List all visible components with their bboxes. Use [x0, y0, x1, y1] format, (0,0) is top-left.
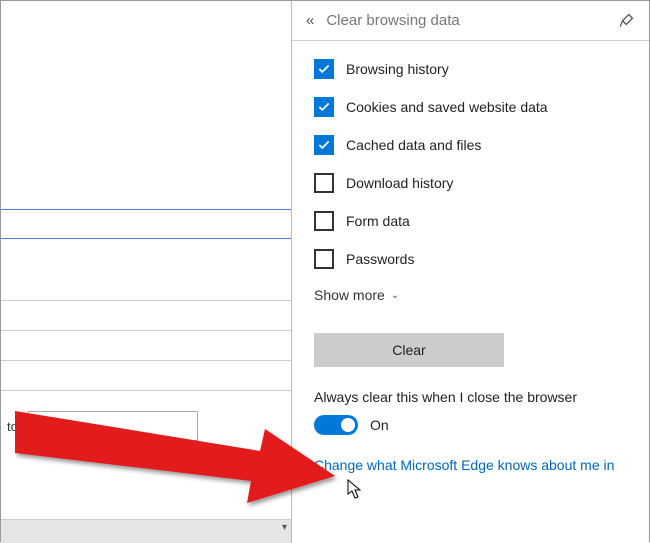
- checkbox-icon: [314, 97, 334, 117]
- back-icon[interactable]: «: [306, 12, 314, 29]
- selected-row-highlight: [1, 209, 293, 239]
- toggle-state-label: On: [370, 417, 389, 433]
- clear-button[interactable]: Clear: [314, 333, 504, 367]
- clear-browsing-data-panel: « Clear browsing data Browsing history C…: [291, 1, 649, 543]
- background-content: to: [1, 1, 293, 543]
- panel-header: « Clear browsing data: [292, 1, 649, 41]
- show-more-label: Show more: [314, 287, 385, 303]
- chevron-down-icon: ⌄: [391, 290, 399, 301]
- checkbox-icon: [314, 59, 334, 79]
- always-clear-label: Always clear this when I close the brows…: [314, 389, 627, 405]
- check-label: Form data: [346, 213, 410, 229]
- panel-body: Browsing history Cookies and saved websi…: [292, 41, 649, 543]
- to-input-row: to: [7, 411, 198, 441]
- checkbox-icon: [314, 211, 334, 231]
- check-cached[interactable]: Cached data and files: [314, 135, 627, 155]
- to-input[interactable]: [28, 411, 198, 441]
- table-rows: [1, 271, 293, 391]
- check-label: Browsing history: [346, 61, 449, 77]
- always-clear-toggle[interactable]: [314, 415, 358, 435]
- checkbox-icon: [314, 249, 334, 269]
- pin-icon[interactable]: [620, 12, 635, 30]
- show-more-link[interactable]: Show more ⌄: [314, 287, 627, 303]
- checkbox-icon: [314, 173, 334, 193]
- check-label: Download history: [346, 175, 453, 191]
- change-edge-link[interactable]: Change what Microsoft Edge knows about m…: [314, 457, 627, 473]
- check-form-data[interactable]: Form data: [314, 211, 627, 231]
- check-label: Cookies and saved website data: [346, 99, 548, 115]
- panel-title: Clear browsing data: [326, 12, 608, 29]
- check-passwords[interactable]: Passwords: [314, 249, 627, 269]
- check-label: Passwords: [346, 251, 414, 267]
- to-label: to: [7, 419, 18, 434]
- check-cookies[interactable]: Cookies and saved website data: [314, 97, 627, 117]
- check-download-history[interactable]: Download history: [314, 173, 627, 193]
- toggle-knob: [341, 418, 355, 432]
- check-label: Cached data and files: [346, 137, 481, 153]
- always-clear-toggle-row: On: [314, 415, 627, 435]
- bottom-scrollbar[interactable]: [1, 519, 293, 543]
- check-browsing-history[interactable]: Browsing history: [314, 59, 627, 79]
- checkbox-icon: [314, 135, 334, 155]
